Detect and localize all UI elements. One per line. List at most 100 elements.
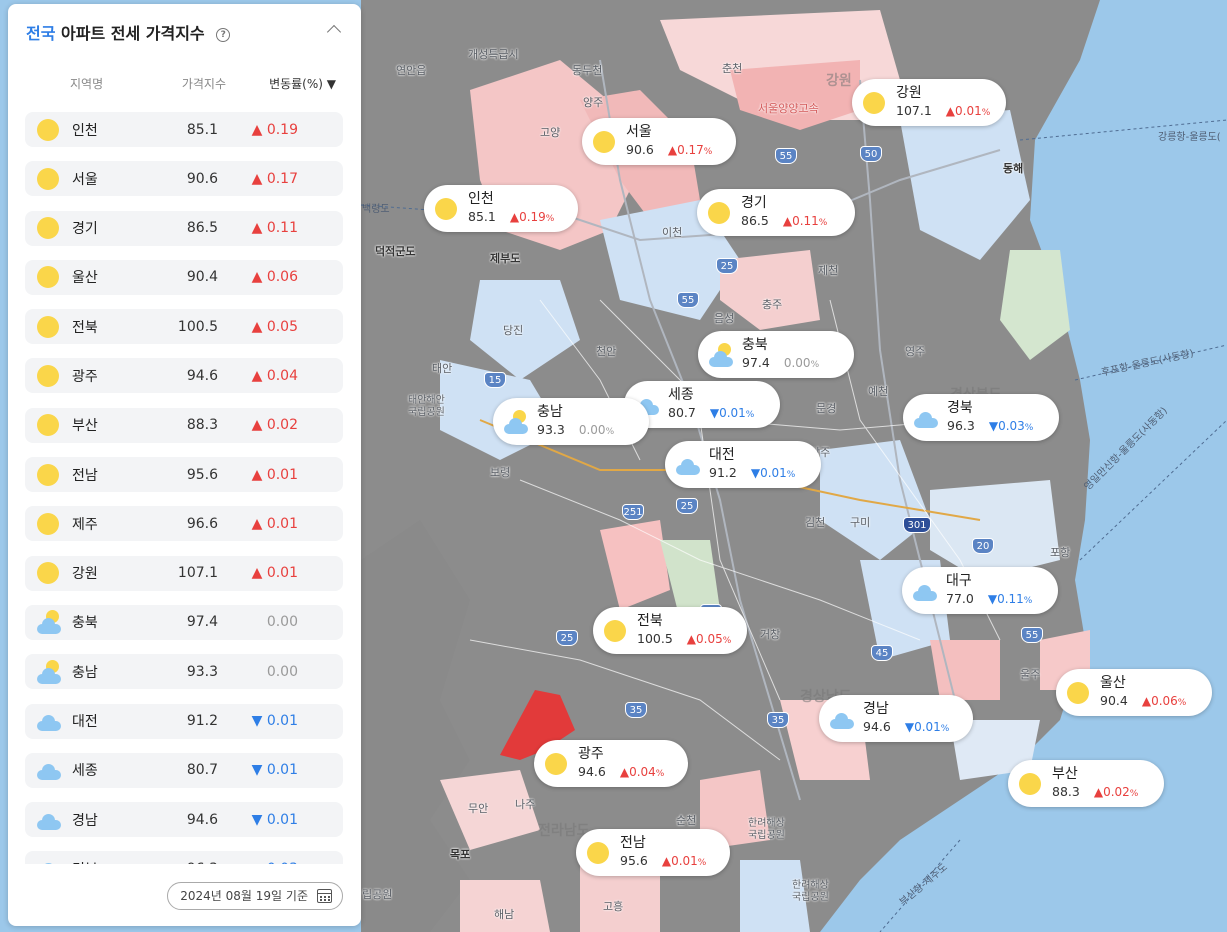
place-label: 립공원 — [362, 888, 393, 901]
region-index: 86.5 — [186, 220, 218, 237]
date-selector[interactable]: 2024년 08월 19일 기준 — [167, 882, 343, 910]
marker-region-name: 충남 — [537, 403, 563, 420]
region-row[interactable]: 강원 107.1 ▲ 0.01 — [25, 555, 343, 591]
region-row[interactable]: 충북 97.4 0.00 — [25, 604, 343, 640]
marker-region-name: 전남 — [620, 834, 646, 851]
region-row[interactable]: 경북96.3▼ 0.03 — [25, 851, 343, 864]
sun-icon — [860, 89, 888, 117]
marker-index: 96.3 — [947, 417, 975, 433]
marker-index: 95.6 — [620, 852, 648, 868]
marker-region-name: 인천 — [468, 190, 494, 207]
date-text: 2024년 08월 19일 기준 — [180, 889, 308, 903]
region-change: 0.00 — [266, 663, 298, 680]
place-label: 순천 — [676, 814, 697, 827]
sun-icon — [590, 128, 618, 156]
marker-index: 80.7 — [668, 404, 696, 420]
marker-text: 충북 97.4 0.00% — [742, 336, 819, 374]
place-label: 강원 — [826, 73, 852, 89]
marker-index: 88.3 — [1052, 783, 1080, 799]
marker-change-unit: % — [703, 146, 713, 157]
region-marker[interactable]: 서울 90.6 ▲0.17% — [582, 118, 736, 165]
help-icon[interactable]: ? — [216, 27, 231, 42]
region-index: 88.3 — [186, 417, 218, 434]
region-marker[interactable]: 전남 95.6 ▲0.01% — [576, 829, 730, 876]
marker-change-value: 0.00 — [578, 422, 606, 437]
marker-change-unit: % — [818, 217, 828, 228]
region-row[interactable]: 경남 94.6 ▼ 0.01 — [25, 802, 343, 838]
region-marker[interactable]: 강원 107.1 ▲0.01% — [852, 79, 1006, 126]
cloud-icon — [34, 806, 62, 834]
region-row[interactable]: 부산 88.3 ▲ 0.02 — [25, 407, 343, 443]
marker-text: 울산 90.4 ▲0.06% — [1100, 674, 1186, 712]
marker-text: 경기 86.5 ▲0.11% — [741, 194, 827, 232]
region-marker[interactable]: 충남 93.3 0.00% — [493, 398, 649, 445]
marker-change-unit: % — [1024, 422, 1034, 433]
region-index: 91.2 — [186, 713, 218, 730]
marker-change-value: ▲0.11 — [782, 213, 819, 228]
region-row[interactable]: 대전 91.2 ▼ 0.01 — [25, 703, 343, 739]
region-index: 96.6 — [186, 515, 218, 532]
marker-change-unit: % — [605, 426, 615, 437]
place-label: 천안 — [596, 345, 617, 358]
marker-change-value: ▲0.02 — [1093, 784, 1130, 799]
marker-change: ▲0.01% — [946, 102, 991, 122]
marker-index: 90.4 — [1100, 692, 1128, 708]
region-row[interactable]: 광주 94.6 ▲ 0.04 — [25, 358, 343, 394]
region-marker[interactable]: 충북 97.4 0.00% — [698, 331, 854, 378]
region-index: 90.6 — [186, 170, 218, 187]
sun-icon — [34, 411, 62, 439]
region-row[interactable]: 전남 95.6 ▲ 0.01 — [25, 457, 343, 493]
region-list[interactable]: 인천 85.1 ▲ 0.19 서울 90.6 ▲ 0.17 경기 86.5 ▲ 0.11 울산 90… — [25, 112, 343, 864]
ferry-route-label: 강릉항-울릉도( — [1158, 132, 1221, 143]
region-marker[interactable]: 울산 90.4 ▲0.06% — [1056, 669, 1212, 716]
region-row[interactable]: 울산 90.4 ▲ 0.06 — [25, 259, 343, 295]
region-row[interactable]: 충남 93.3 0.00 — [25, 654, 343, 690]
region-change: ▲ 0.02 — [251, 417, 298, 434]
region-row[interactable]: 경기 86.5 ▲ 0.11 — [25, 210, 343, 246]
panel-title-scope[interactable]: 전국 — [26, 24, 55, 43]
region-marker[interactable]: 경북 96.3 ▼0.03% — [903, 394, 1059, 441]
place-label: 나주 — [515, 798, 536, 811]
collapse-chevron-icon[interactable] — [326, 24, 342, 40]
sun-icon — [1016, 770, 1044, 798]
region-row[interactable]: 서울 90.6 ▲ 0.17 — [25, 161, 343, 197]
column-change-sort[interactable]: 변동률(%) ▼ — [228, 75, 336, 92]
partly-cloudy-icon — [34, 658, 62, 686]
region-change: ▲ 0.01 — [251, 565, 298, 582]
region-name: 울산 — [72, 270, 98, 287]
region-row[interactable]: 전북 100.5 ▲ 0.05 — [25, 309, 343, 345]
region-change: ▲ 0.19 — [251, 121, 298, 138]
region-index: 97.4 — [186, 614, 218, 631]
highway-shield: 45 — [871, 645, 893, 661]
highway-shield: 55 — [775, 148, 797, 164]
region-marker[interactable]: 경남 94.6 ▼0.01% — [819, 695, 973, 742]
place-label: 울주 — [1020, 668, 1041, 681]
marker-change-unit: % — [981, 107, 991, 118]
region-row[interactable]: 제주 96.6 ▲ 0.01 — [25, 506, 343, 542]
partly-cloudy-icon — [34, 608, 62, 636]
place-label: 무안 — [468, 802, 489, 815]
marker-values: 86.5 ▲0.11% — [741, 212, 827, 232]
marker-change-value: ▲0.04 — [619, 764, 656, 779]
marker-region-name: 경기 — [741, 194, 767, 211]
marker-text: 강원 107.1 ▲0.01% — [896, 84, 990, 122]
marker-change: 0.00% — [579, 421, 614, 441]
marker-change: ▲0.02% — [1094, 783, 1139, 803]
region-row[interactable]: 인천 85.1 ▲ 0.19 — [25, 112, 343, 147]
marker-change-value: ▼0.03 — [988, 418, 1025, 433]
region-name: 전남 — [72, 467, 98, 484]
marker-change: ▼0.01% — [710, 404, 755, 424]
sun-icon — [34, 313, 62, 341]
region-marker[interactable]: 부산 88.3 ▲0.02% — [1008, 760, 1164, 807]
marker-index: 94.6 — [578, 763, 606, 779]
region-marker[interactable]: 경기 86.5 ▲0.11% — [697, 189, 855, 236]
region-marker[interactable]: 광주 94.6 ▲0.04% — [534, 740, 688, 787]
region-row[interactable]: 세종 80.7 ▼ 0.01 — [25, 752, 343, 788]
region-marker[interactable]: 대전 91.2 ▼0.01% — [665, 441, 821, 488]
region-marker[interactable]: 인천 85.1 ▲0.19% — [424, 185, 578, 232]
marker-values: 97.4 0.00% — [742, 354, 819, 374]
place-label: 구미 — [850, 516, 871, 529]
region-marker[interactable]: 전북 100.5 ▲0.05% — [593, 607, 747, 654]
region-marker[interactable]: 대구 77.0 ▼0.11% — [902, 567, 1058, 614]
marker-change-unit: % — [655, 768, 665, 779]
